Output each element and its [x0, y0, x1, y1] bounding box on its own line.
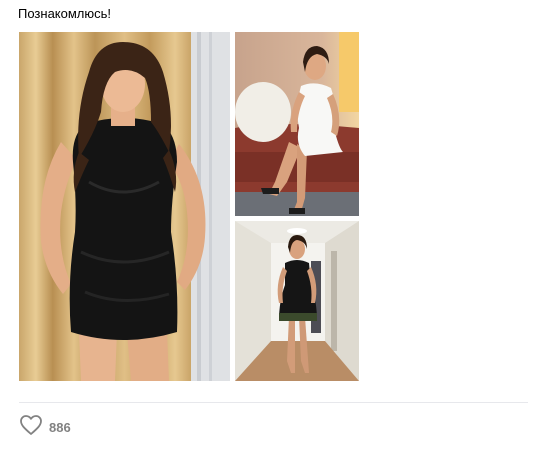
- heart-icon: [19, 414, 43, 441]
- photo-woman-hallway-image: [235, 221, 359, 381]
- like-button[interactable]: 886: [19, 414, 71, 440]
- photo-woman-black-dress-image: [19, 32, 230, 381]
- photo-top-right[interactable]: [235, 32, 359, 216]
- like-count: 886: [49, 419, 71, 435]
- post-card: Познакомлюсь! 886: [0, 0, 547, 452]
- photo-bottom-right[interactable]: [235, 221, 359, 381]
- post-text: Познакомлюсь!: [18, 6, 112, 21]
- photo-woman-white-dress-sofa-image: [235, 32, 359, 216]
- photo-main[interactable]: [19, 32, 230, 381]
- divider: [19, 402, 528, 403]
